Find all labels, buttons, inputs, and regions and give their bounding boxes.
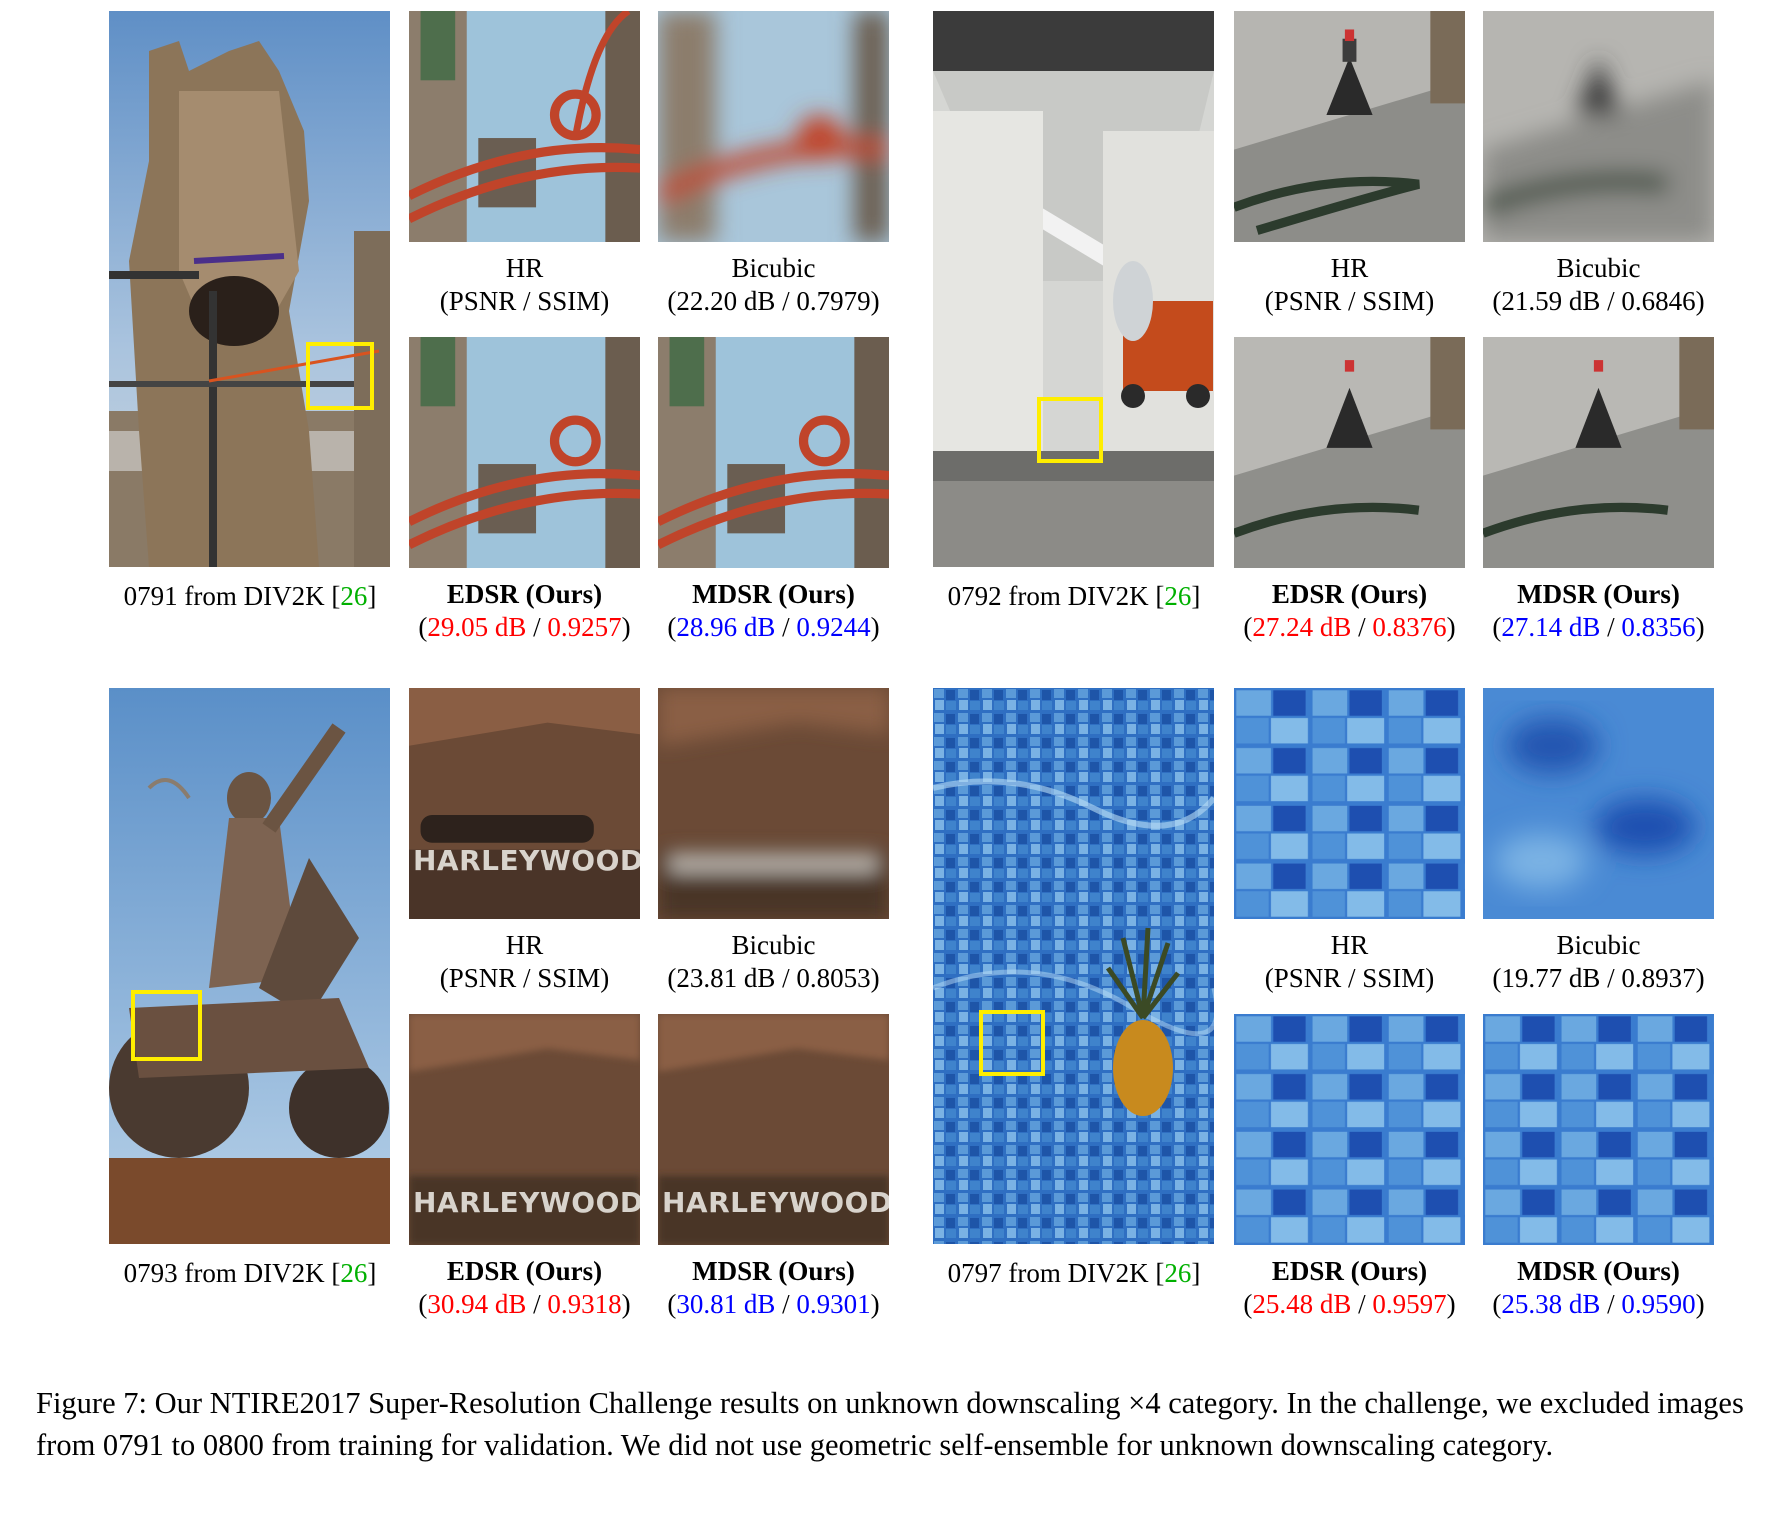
bicubic-caption: Bicubic (22.20 dB / 0.7979) (667, 253, 880, 316)
zoom-box (1037, 397, 1103, 463)
source-caption: 0792 from DIV2K [26] (947, 581, 1201, 611)
crop-engraved-text: HARLEYWOOD (662, 1186, 889, 1219)
hr-caption: HR (PSNR / SSIM) (439, 930, 610, 993)
edsr-crop-0793: HARLEYWOOD (409, 1014, 640, 1245)
mdsr-crop-0797 (1483, 1014, 1714, 1245)
full-image-0793 (109, 688, 390, 1244)
mdsr-caption: MDSR (Ours) (28.96 dB / 0.9244) (667, 579, 880, 642)
edsr-caption: EDSR (Ours) (30.94 dB / 0.9318) (418, 1256, 631, 1319)
hr-crop-0792 (1234, 11, 1465, 242)
edsr-crop-0797 (1234, 1014, 1465, 1245)
source-caption: 0793 from DIV2K [26] (123, 1258, 377, 1288)
figure-caption: Figure 7: Our NTIRE2017 Super-Resolution… (36, 1386, 1744, 1462)
edsr-caption: EDSR (Ours) (29.05 dB / 0.9257) (418, 579, 631, 642)
full-image-0791 (109, 11, 390, 567)
bicubic-caption: Bicubic (23.81 dB / 0.8053) (667, 930, 880, 993)
full-image-0797 (933, 688, 1214, 1244)
edsr-caption: EDSR (Ours) (25.48 dB / 0.9597) (1243, 1256, 1456, 1319)
edsr-crop-0792 (1234, 337, 1465, 568)
zoom-box (306, 342, 374, 410)
bicubic-crop-0797 (1483, 688, 1714, 919)
hr-crop-0793: HARLEYWOOD (409, 688, 640, 919)
bicubic-crop-0792 (1483, 11, 1714, 242)
hr-crop-0791 (409, 11, 640, 242)
hr-crop-0797 (1234, 688, 1465, 919)
edsr-caption: EDSR (Ours) (27.24 dB / 0.8376) (1243, 579, 1456, 642)
mdsr-crop-0792 (1483, 337, 1714, 568)
hr-caption: HR (PSNR / SSIM) (1264, 930, 1435, 993)
zoom-box (131, 990, 202, 1061)
crop-engraved-text: HARLEYWOOD (413, 1186, 640, 1219)
full-image-0792 (933, 11, 1214, 567)
zoom-box (979, 1010, 1045, 1076)
edsr-crop-0791 (409, 337, 640, 568)
bicubic-caption: Bicubic (19.77 dB / 0.8937) (1492, 930, 1705, 993)
mdsr-caption: MDSR (Ours) (25.38 dB / 0.9590) (1492, 1256, 1705, 1319)
mdsr-caption: MDSR (Ours) (27.14 dB / 0.8356) (1492, 579, 1705, 642)
hr-caption: HR (PSNR / SSIM) (1264, 253, 1435, 316)
hr-caption: HR (PSNR / SSIM) (439, 253, 610, 316)
source-caption: 0797 from DIV2K [26] (947, 1258, 1201, 1288)
source-caption: 0791 from DIV2K [26] (123, 581, 377, 611)
crop-engraved-text: HARLEYWOOD (413, 844, 640, 877)
mdsr-crop-0791 (658, 337, 889, 568)
mdsr-crop-0793: HARLEYWOOD (658, 1014, 889, 1245)
mdsr-caption: MDSR (Ours) (30.81 dB / 0.9301) (667, 1256, 880, 1319)
bicubic-crop-0791 (658, 11, 889, 242)
bicubic-caption: Bicubic (21.59 dB / 0.6846) (1492, 253, 1705, 316)
bicubic-crop-0793 (658, 688, 889, 919)
